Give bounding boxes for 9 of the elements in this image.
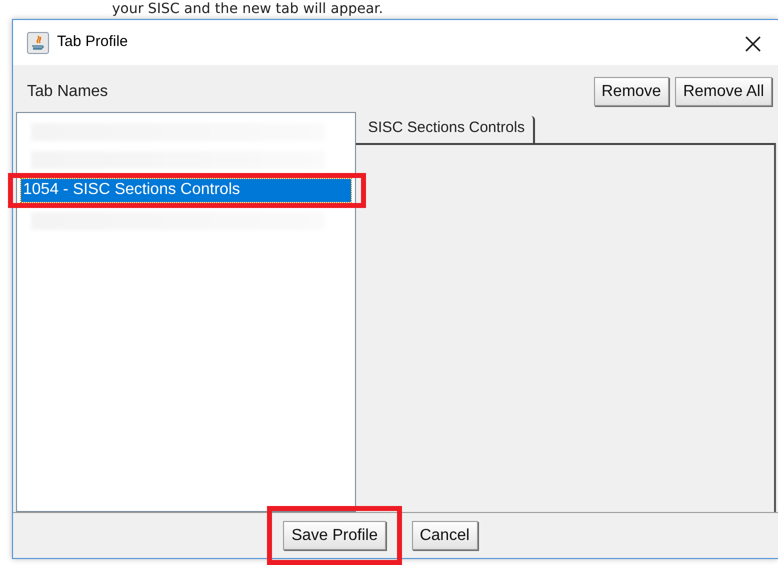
java-icon xyxy=(27,32,49,54)
list-item[interactable]: 1054 - SISC Sections Controls xyxy=(21,179,351,202)
cancel-button[interactable]: Cancel xyxy=(412,520,478,550)
window-title: Tab Profile xyxy=(57,32,129,52)
section-label: Tab Names xyxy=(27,82,109,102)
save-button[interactable]: Save Profile xyxy=(283,520,386,550)
caption-text: your SISC and the new tab will appear. xyxy=(111,0,384,19)
remove-button[interactable]: Remove All xyxy=(675,77,772,106)
remove-button[interactable]: Remove xyxy=(594,77,670,106)
